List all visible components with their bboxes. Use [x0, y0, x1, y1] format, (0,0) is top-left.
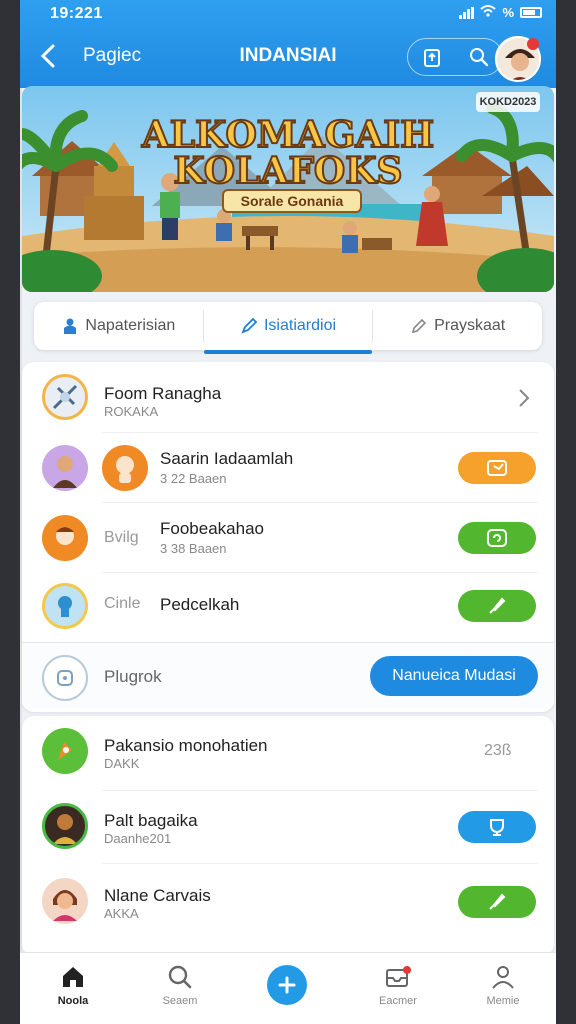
pencil-icon	[412, 318, 427, 334]
refresh-icon	[487, 529, 507, 547]
share-icon[interactable]	[417, 42, 447, 72]
rocket-icon	[489, 597, 506, 614]
nav-label: Noola	[57, 995, 89, 1007]
list-item-sub: AKKA	[104, 906, 139, 921]
nav-profile[interactable]: Memie	[463, 961, 543, 1007]
tab-label: Prayskaat	[434, 317, 506, 334]
chevron-left-icon	[40, 44, 55, 68]
banner-title-line2: KOLAFOKS	[172, 149, 403, 193]
status-icons: %	[459, 5, 542, 20]
play-button[interactable]	[458, 522, 536, 554]
home-icon	[63, 967, 83, 987]
game-list-primary: Foom Ranagha ROKAKA Saarin Iadaamlah 3 2…	[22, 362, 554, 712]
nav-inbox[interactable]: Eacmer	[358, 961, 438, 1007]
battery-percent: %	[502, 5, 514, 20]
list-item-name: Nlane Carvais	[104, 886, 211, 905]
back-button[interactable]	[30, 38, 66, 74]
add-button[interactable]	[267, 965, 307, 1005]
battery-icon	[520, 7, 542, 18]
phone-screen: 19:221 % Pagiec INDANSIAI KOKD2023 ALKOM…	[20, 0, 556, 1024]
list-item-prefix: Cinle	[104, 595, 141, 612]
list-item[interactable]: Foom Ranagha ROKAKA	[22, 362, 554, 432]
play-button[interactable]	[458, 452, 536, 484]
bottom-nav: Noola Seaem Eacmer Memie	[20, 952, 556, 1024]
inbox-icon	[386, 966, 411, 987]
nav-label: Seaem	[162, 995, 198, 1007]
banner-subtitle: Sorale Gonania	[222, 189, 362, 213]
list-item[interactable]: Cinle Pedcelkah	[22, 573, 554, 639]
play-button[interactable]	[458, 590, 536, 622]
game-avatar	[42, 583, 88, 629]
list-item-name: Foom Ranagha	[104, 384, 222, 403]
back-label[interactable]: Pagiec	[83, 45, 141, 67]
chevron-right-icon[interactable]	[518, 388, 530, 408]
list-item-sub: 3 38 Baaen	[160, 541, 227, 556]
game-avatar	[42, 803, 88, 849]
game-avatar	[42, 515, 88, 561]
game-avatar	[42, 374, 88, 420]
nav-label: Eacmer	[379, 995, 417, 1007]
tab-label: Napaterisian	[85, 317, 176, 334]
plugin-icon	[42, 655, 88, 701]
header-actions	[407, 38, 503, 76]
search-icon	[168, 965, 192, 989]
nav-search[interactable]: Seaem	[140, 961, 220, 1007]
page-title: INDANSIAI	[239, 45, 337, 66]
game-list-secondary: Pakansio monohatien DAKK 23ß Palt bagaik…	[22, 716, 554, 956]
list-item-sub: DAKK	[104, 756, 140, 771]
list-item-sub: Daanhe201	[104, 831, 172, 846]
list-item-prefix: Bvilg	[104, 529, 139, 546]
nav-home[interactable]: Noola	[33, 961, 113, 1007]
person-icon	[64, 318, 77, 334]
plugrok-action-button[interactable]: Nanueica Mudasi	[370, 656, 538, 696]
list-item-name: Foobeakahao	[160, 519, 264, 538]
pen-icon	[241, 317, 258, 334]
plugrok-label: Plugrok	[104, 667, 162, 686]
app-header: 19:221 % Pagiec INDANSIAI	[20, 0, 556, 88]
tab-label: Isiatiardioi	[263, 317, 337, 334]
signal-icon	[459, 6, 475, 19]
rocket-icon	[489, 893, 506, 910]
tab-bar: Napaterisian Isiatiardioi Prayskaat	[34, 302, 542, 354]
list-item[interactable]: Saarin Iadaamlah 3 22 Baaen	[22, 433, 554, 503]
tab-napaterisian[interactable]: Napaterisian	[34, 302, 203, 350]
list-item-name: Pakansio monohatien	[104, 736, 268, 755]
list-item-name: Palt bagaika	[104, 811, 198, 830]
wifi-icon	[480, 5, 497, 20]
game-avatar	[42, 445, 88, 491]
profile-icon	[492, 966, 514, 989]
banner-badge: KOKD2023	[476, 92, 540, 112]
notification-dot	[527, 38, 539, 50]
play-button[interactable]	[458, 811, 536, 843]
list-item[interactable]: Nlane Carvais AKKA	[22, 864, 554, 940]
game-avatar-secondary	[102, 445, 148, 491]
status-time: 19:221	[50, 5, 103, 22]
list-item[interactable]: Bvilg Foobeakahao 3 38 Baaen	[22, 503, 554, 573]
plugrok-row: Plugrok Nanueica Mudasi	[22, 642, 554, 708]
game-banner[interactable]: KOKD2023 ALKOMAGAIH KOLAFOKS Sorale Gona…	[22, 86, 554, 292]
list-item-sub: 3 22 Baaen	[160, 471, 227, 486]
list-item[interactable]: Palt bagaika Daanhe201	[22, 791, 554, 863]
tab-prayskaat[interactable]: Prayskaat	[373, 302, 542, 350]
trophy-icon	[490, 819, 504, 836]
search-icon[interactable]	[464, 42, 494, 72]
game-avatar	[42, 728, 88, 774]
tab-isiatiardioi[interactable]: Isiatiardioi	[203, 302, 373, 354]
list-item-value: 23ß	[484, 742, 512, 759]
list-item[interactable]: Pakansio monohatien DAKK 23ß	[22, 716, 554, 790]
list-item-name: Saarin Iadaamlah	[160, 449, 294, 468]
list-item-sub: ROKAKA	[104, 404, 159, 419]
game-avatar	[42, 878, 88, 924]
play-button[interactable]	[458, 886, 536, 918]
plus-icon	[278, 976, 296, 994]
gamepad-icon	[487, 460, 507, 476]
nav-label: Memie	[486, 995, 520, 1007]
list-item-name: Pedcelkah	[160, 595, 240, 614]
